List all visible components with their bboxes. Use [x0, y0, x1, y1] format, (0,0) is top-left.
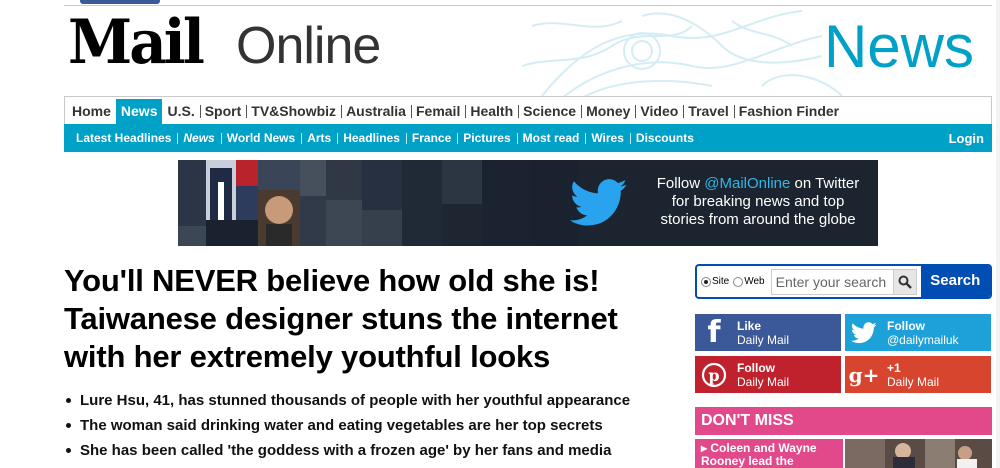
- dont-miss-item[interactable]: ▸ Coleen and Wayne Rooney lead the: [695, 439, 843, 468]
- subnav-item-headlines[interactable]: Headlines: [337, 131, 406, 145]
- twitter-account: @dailymailuk: [887, 332, 959, 347]
- article-summary-bullets: Lure Hsu, 41, has stunned thousands of p…: [64, 388, 684, 463]
- twitter-promo-banner[interactable]: Follow @MailOnline on Twitter for breaki…: [178, 160, 878, 246]
- logo-mail[interactable]: Mail: [68, 6, 205, 77]
- banner-line-2: for breaking news and top: [671, 193, 845, 210]
- primary-nav: Home News U.S. Sport TV&Showbiz Australia Fema…: [64, 96, 992, 125]
- banner-photo-collage: [178, 160, 578, 246]
- nav-item-travel[interactable]: Travel: [683, 97, 733, 124]
- summary-bullet: Lure Hsu, 41, has stunned thousands of p…: [64, 388, 684, 413]
- nav-item-news[interactable]: News: [115, 99, 163, 125]
- pinterest-account: Daily Mail: [737, 374, 790, 389]
- nav-item-money[interactable]: Money: [581, 97, 635, 124]
- subnav-item-wires[interactable]: Wires: [585, 131, 630, 145]
- twitter-label: Follow @dailymailuk: [883, 319, 959, 347]
- banner-follow-text: Follow: [656, 175, 705, 192]
- search-button[interactable]: Search: [920, 266, 990, 297]
- google-plus-icon: g+: [848, 362, 880, 387]
- magnifier-icon[interactable]: [892, 268, 917, 295]
- subnav-item-pictures[interactable]: Pictures: [457, 131, 516, 145]
- banner-text: Follow @MailOnline on Twitter for breaki…: [648, 175, 868, 229]
- summary-bullet: The woman said drinking water and eating…: [64, 413, 684, 438]
- search-input[interactable]: [770, 268, 893, 295]
- nav-item-home[interactable]: Home: [67, 97, 116, 124]
- pinterest-follow-button[interactable]: p Follow Daily Mail: [695, 356, 841, 393]
- web-radio-label: Web: [744, 276, 765, 287]
- nav-item-science[interactable]: Science: [518, 97, 581, 124]
- dont-miss-header: DON'T MISS: [695, 407, 992, 435]
- pinterest-icon: p: [695, 356, 733, 393]
- summary-bullet: She has been called 'the goddess with a …: [64, 438, 684, 463]
- dont-miss-thumbnail[interactable]: [845, 439, 992, 468]
- subnav-item-discounts[interactable]: Discounts: [629, 131, 700, 145]
- subnav-item-most-read[interactable]: Most read: [516, 131, 586, 145]
- scrollbar-edge[interactable]: [996, 0, 1000, 468]
- search-scope-site[interactable]: Site: [701, 276, 729, 287]
- pinterest-action: Follow: [737, 360, 775, 375]
- banner-line-3: stories from around the globe: [660, 211, 856, 228]
- nav-item-tv-showbiz[interactable]: TV&Showbiz: [246, 97, 341, 124]
- subnav-item-france[interactable]: France: [405, 131, 457, 145]
- search-scope-web[interactable]: Web: [733, 276, 765, 287]
- google-plus-label: +1 Daily Mail: [883, 361, 939, 389]
- site-radio-label: Site: [712, 276, 730, 287]
- facebook-action: Like: [737, 318, 762, 333]
- facebook-account: Daily Mail: [737, 332, 790, 347]
- subnav-item-news[interactable]: News: [177, 131, 220, 145]
- nav-item-femail[interactable]: Femail: [410, 97, 465, 124]
- google-plus-action: +1: [887, 360, 901, 375]
- nav-item-australia[interactable]: Australia: [341, 97, 411, 124]
- login-link[interactable]: Login: [949, 131, 984, 146]
- nav-item-video[interactable]: Video: [635, 97, 683, 124]
- google-plus-button[interactable]: g+ +1 Daily Mail: [845, 356, 991, 393]
- facebook-icon: f: [707, 315, 721, 350]
- search-box: Site Web Search: [695, 264, 992, 299]
- facebook-label: Like Daily Mail: [733, 319, 789, 347]
- top-edge-button[interactable]: [80, 0, 160, 4]
- twitter-action: Follow: [887, 318, 925, 333]
- banner-line-1: Follow @MailOnline on Twitter: [648, 175, 868, 193]
- nav-item-sport[interactable]: Sport: [199, 97, 247, 124]
- banner-handle: @MailOnline: [704, 175, 791, 192]
- subnav-item-arts[interactable]: Arts: [301, 131, 337, 145]
- dont-miss-item-text: Coleen and Wayne Rooney lead the: [701, 441, 817, 468]
- google-plus-account: Daily Mail: [887, 374, 940, 389]
- twitter-bird-icon: [570, 179, 628, 226]
- pinterest-label: Follow Daily Mail: [733, 361, 789, 389]
- web-radio[interactable]: [733, 276, 744, 287]
- nav-item-fashion-finder[interactable]: Fashion Finder: [733, 97, 844, 124]
- subnav-item-latest-headlines[interactable]: Latest Headlines: [70, 131, 177, 145]
- svg-text:p: p: [708, 366, 719, 385]
- banner-twitter-text: on Twitter: [790, 175, 860, 192]
- site-radio[interactable]: [701, 276, 711, 287]
- logo-online[interactable]: Online: [236, 16, 381, 76]
- facebook-like-button[interactable]: f Like Daily Mail: [695, 314, 841, 351]
- nav-item-u-s[interactable]: U.S.: [162, 97, 199, 124]
- subnav-item-world-news[interactable]: World News: [220, 131, 301, 145]
- article-headline[interactable]: You'll NEVER believe how old she is! Tai…: [64, 262, 684, 376]
- twitter-icon: [845, 314, 883, 351]
- masthead: Mail Online News: [64, 6, 992, 96]
- nav-item-health[interactable]: Health: [465, 97, 518, 124]
- secondary-nav: Latest Headlines News World News Arts Headli…: [64, 124, 992, 152]
- twitter-follow-button[interactable]: Follow @dailymailuk: [845, 314, 991, 351]
- section-title: News: [823, 13, 974, 80]
